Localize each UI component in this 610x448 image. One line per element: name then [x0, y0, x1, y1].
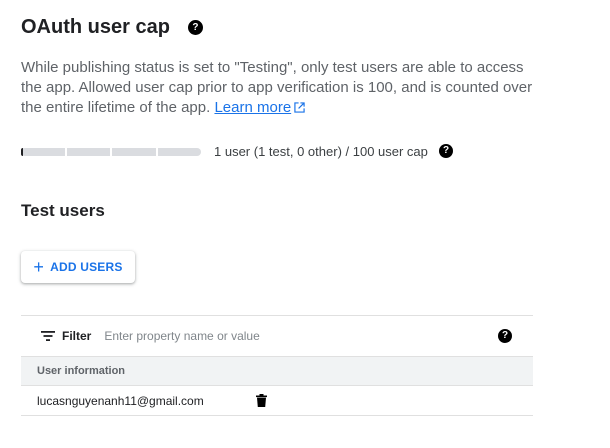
- filter-label: Filter: [62, 329, 92, 343]
- help-icon[interactable]: ?: [187, 20, 203, 35]
- cap-description: While publishing status is set to "Testi…: [21, 58, 541, 118]
- test-users-heading: Test users: [21, 201, 105, 220]
- progress-segment: [112, 148, 156, 156]
- test-users-table: Filter ? User information lucasnguyenanh…: [21, 315, 533, 416]
- plus-icon: +: [33, 257, 45, 277]
- user-cap-usage-text: 1 user (1 test, 0 other) / 100 user cap: [214, 144, 428, 159]
- filter-bar: Filter ?: [21, 315, 533, 356]
- learn-more-link[interactable]: Learn more: [214, 99, 305, 116]
- oauth-user-cap-heading: OAuth user cap ?: [21, 16, 203, 39]
- progress-segment: [157, 148, 201, 156]
- filter-input[interactable]: [104, 329, 445, 343]
- progress-segment: [66, 148, 110, 156]
- user-email: lucasnguyenanh11@gmail.com: [37, 393, 204, 408]
- trash-icon[interactable]: [256, 394, 267, 407]
- table-row: lucasnguyenanh11@gmail.com: [21, 386, 533, 416]
- column-header-user-information[interactable]: User information: [37, 365, 125, 377]
- page-title: OAuth user cap: [21, 16, 170, 38]
- help-icon[interactable]: ?: [439, 144, 453, 158]
- help-icon[interactable]: ?: [498, 329, 512, 343]
- progress-segment: [21, 148, 65, 156]
- user-cap-progress-bar: [21, 148, 201, 156]
- learn-more-label: Learn more: [214, 99, 292, 116]
- filter-icon[interactable]: [41, 331, 55, 341]
- add-users-label: ADD USERS: [50, 260, 123, 274]
- add-users-button[interactable]: + ADD USERS: [21, 251, 135, 283]
- table-header: User information: [21, 356, 533, 386]
- progress-fill: [21, 148, 23, 156]
- external-link-icon: [294, 102, 305, 113]
